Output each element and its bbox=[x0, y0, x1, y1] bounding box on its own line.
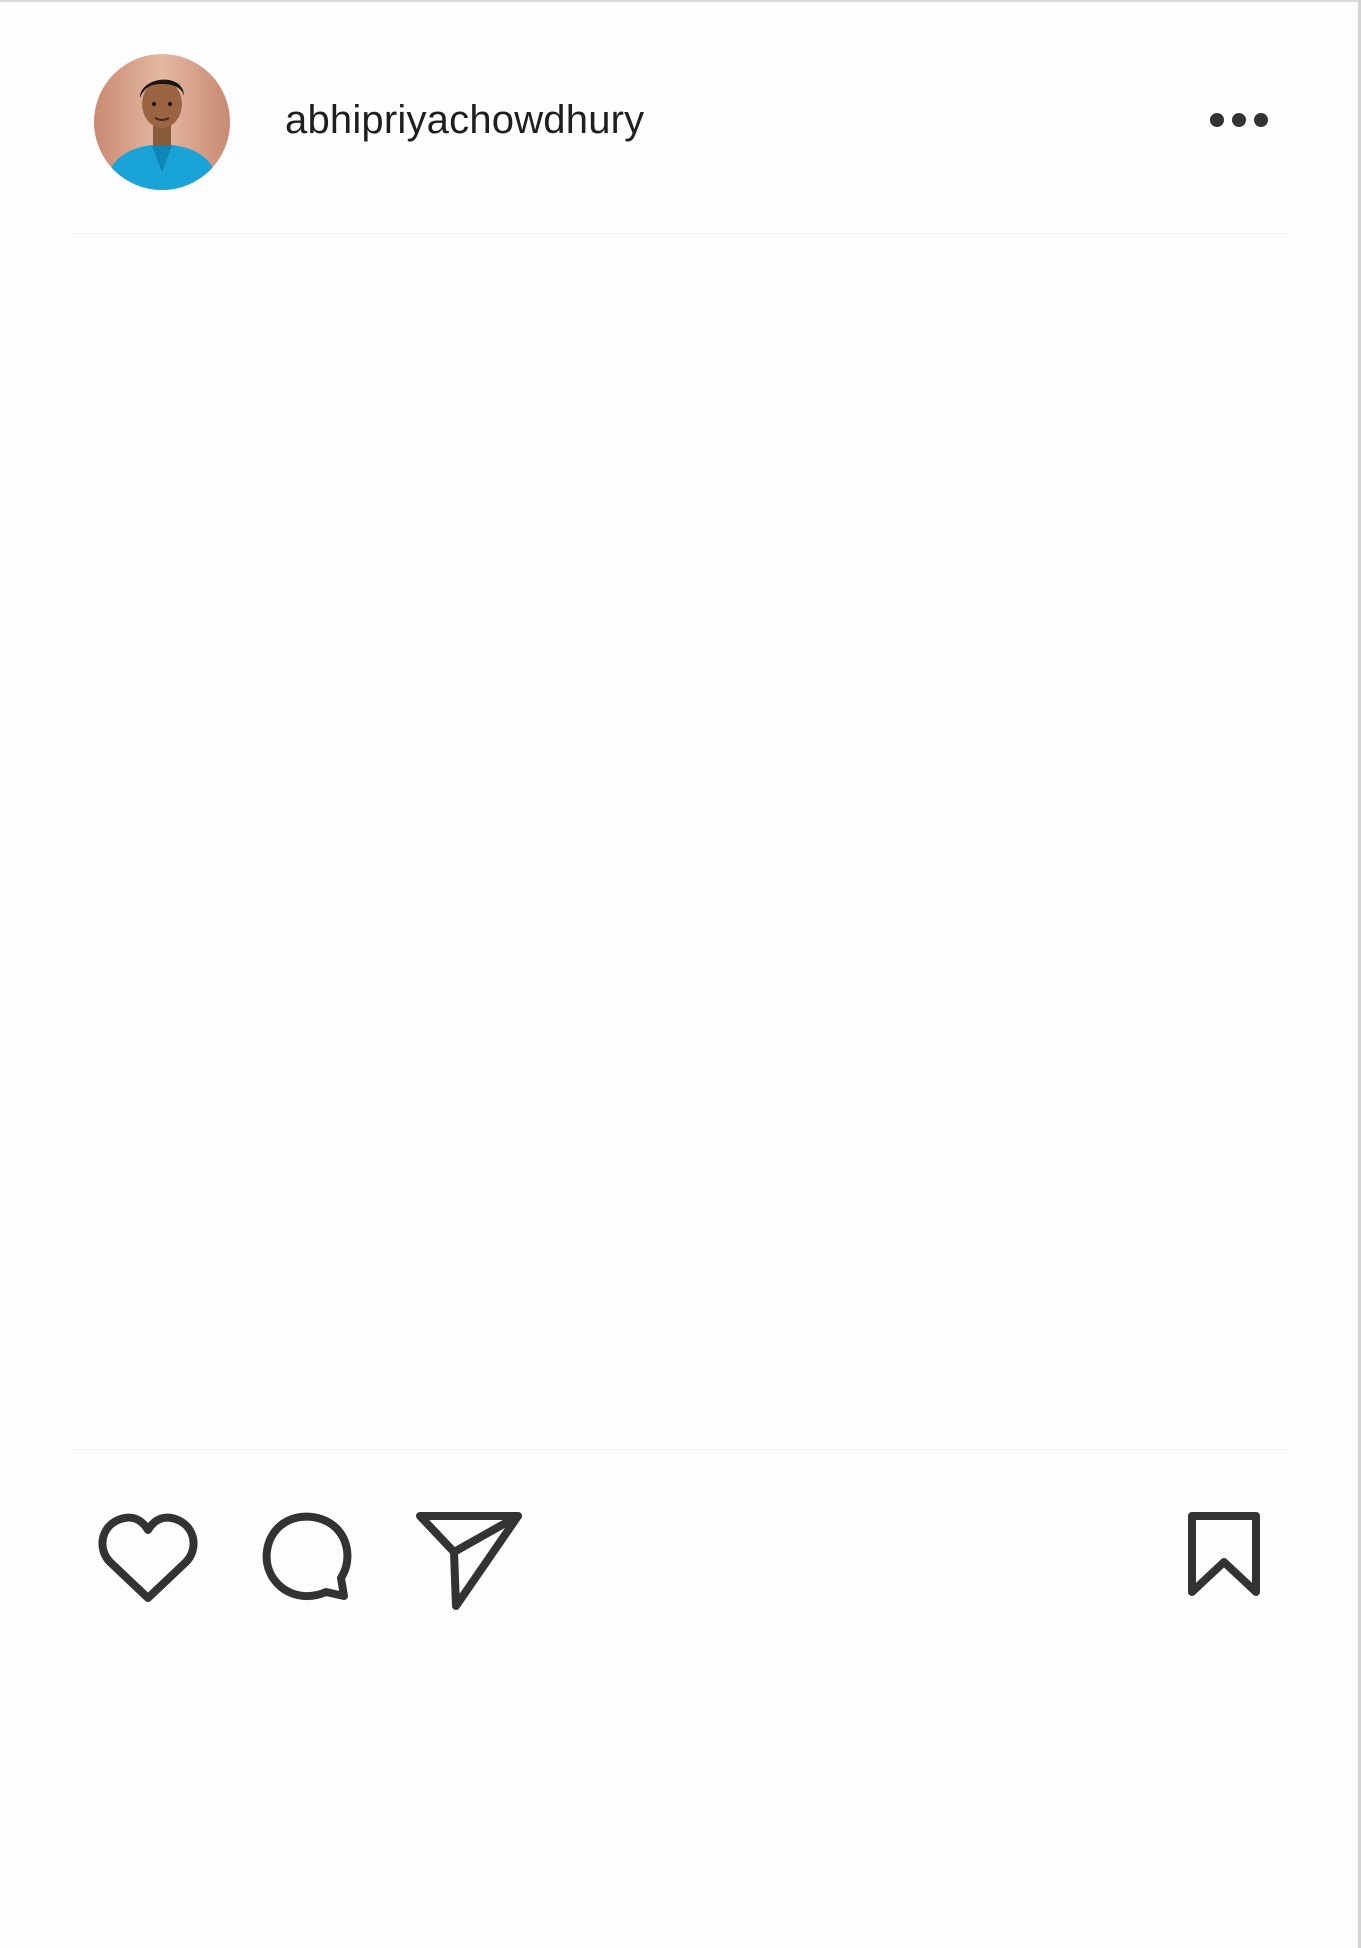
comment-button[interactable] bbox=[258, 1506, 354, 1606]
more-horizontal-icon bbox=[1210, 113, 1268, 127]
post-header: abhipriyachowdhury bbox=[0, 0, 1358, 234]
heart-icon bbox=[98, 1513, 198, 1602]
share-button[interactable] bbox=[414, 1506, 524, 1612]
like-button[interactable] bbox=[96, 1510, 200, 1606]
username[interactable]: abhipriyachowdhury bbox=[285, 94, 644, 146]
paper-plane-icon bbox=[416, 1512, 522, 1610]
post-media-area[interactable] bbox=[70, 234, 1290, 1449]
comment-bubble-icon bbox=[262, 1512, 352, 1601]
more-options-button[interactable] bbox=[1205, 100, 1273, 140]
avatar[interactable] bbox=[94, 54, 230, 190]
bookmark-icon bbox=[1188, 1512, 1260, 1596]
post-card: abhipriyachowdhury bbox=[0, 0, 1361, 1948]
avatar-photo bbox=[94, 54, 230, 190]
post-actions-bar bbox=[0, 1450, 1358, 1650]
save-button[interactable] bbox=[1182, 1506, 1266, 1606]
